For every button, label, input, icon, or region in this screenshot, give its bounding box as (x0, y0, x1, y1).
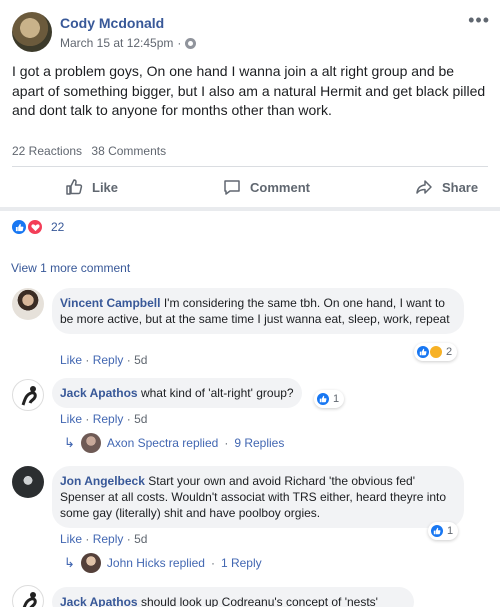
meta-separator: · (177, 36, 182, 50)
reply-count: 1 Reply (220, 556, 262, 570)
post-text: I got a problem goys, On one hand I wann… (12, 63, 486, 118)
comment-actions: Like · Reply · 5d (60, 412, 148, 426)
reply-arrow-icon: ↳ (64, 555, 75, 570)
comment-text: what kind of 'alt-right' group? (140, 386, 294, 400)
post-date[interactable]: March 15 at 12:45pm (60, 36, 173, 50)
commenter-name[interactable]: Jack Apathos (60, 595, 138, 607)
like-reaction-icon (316, 392, 330, 406)
comment-reply-link[interactable]: Reply (93, 353, 124, 367)
comment-like-link[interactable]: Like (60, 353, 82, 367)
like-reaction-icon (11, 219, 27, 235)
share-label: Share (441, 179, 479, 195)
commenter-name[interactable]: Vincent Campbell (60, 296, 160, 310)
comment-bubble: Jon Angelbeck Start your own and avoid R… (52, 466, 464, 528)
comment-icon (224, 180, 240, 195)
love-reaction-icon (27, 219, 43, 235)
commenter-avatar[interactable] (12, 379, 44, 411)
comment-text: should look up Codreanu's concept of 'ne… (140, 595, 378, 607)
view-replies-link[interactable]: ↳ John Hicks replied · 1 Reply (64, 553, 262, 573)
like-button[interactable]: Like (12, 177, 170, 197)
view-more-comments-link[interactable]: View 1 more comment (11, 261, 130, 275)
comment-time[interactable]: 5d (134, 412, 147, 426)
replier-avatar (80, 433, 101, 453)
post-actions: Like Comment Share (12, 170, 488, 204)
comment-bubble: Vincent Campbell I'm considering the sam… (52, 288, 464, 334)
commenter-name[interactable]: Jack Apathos (60, 386, 138, 400)
post-card: Cody Mcdonald March 15 at 12:45pm · ••• … (0, 0, 500, 210)
comment-reactions[interactable]: 2 (414, 343, 458, 361)
comment-actions: Like · Reply · 5d (60, 532, 148, 546)
reactions-count[interactable]: 22 Reactions (12, 144, 82, 158)
comment-reactions[interactable]: 1 (428, 522, 459, 540)
comment-actions: Like · Reply · 5d (60, 353, 148, 367)
share-arrow-icon (416, 180, 432, 194)
comment-like-link[interactable]: Like (60, 412, 82, 426)
commenter-name[interactable]: Jon Angelbeck (60, 474, 145, 488)
globe-icon (185, 37, 197, 49)
comment-bubble: Jack Apathos what kind of 'alt-right' gr… (52, 378, 302, 408)
comment-button[interactable]: Comment (170, 177, 362, 197)
haha-reaction-icon (429, 345, 443, 359)
reply-arrow-icon: ↳ (64, 435, 75, 450)
comment-reply-link[interactable]: Reply (93, 532, 124, 546)
comment-reply-link[interactable]: Reply (93, 412, 124, 426)
commenter-avatar[interactable] (12, 466, 44, 498)
replier-name: Axon Spectra replied (106, 436, 219, 450)
replier-avatar (80, 553, 101, 573)
commenter-avatar[interactable] (12, 585, 44, 607)
like-reaction-icon (430, 524, 444, 538)
comments-count[interactable]: 38 Comments (91, 144, 166, 158)
more-options-icon[interactable]: ••• (468, 10, 490, 31)
like-label: Like (92, 179, 119, 195)
section-gap (0, 207, 500, 211)
comment-time[interactable]: 5d (134, 532, 147, 546)
reaction-summary[interactable]: 22 (11, 219, 64, 235)
post-author-name[interactable]: Cody Mcdonald (60, 15, 164, 31)
reply-count: 9 Replies (234, 436, 285, 450)
reaction-count: 22 (51, 220, 65, 234)
share-button[interactable]: Share (362, 177, 500, 197)
post-counts: 22 Reactions 38 Comments (12, 144, 172, 158)
comment-reaction-count: 1 (333, 393, 340, 405)
post-meta: March 15 at 12:45pm · (60, 36, 197, 50)
like-reaction-icon (416, 345, 430, 359)
divider (12, 166, 488, 167)
comment-label: Comment (250, 179, 310, 195)
comment-time[interactable]: 5d (134, 353, 147, 367)
comment-reaction-count: 2 (446, 346, 453, 358)
comment-like-link[interactable]: Like (60, 532, 82, 546)
view-replies-link[interactable]: ↳ Axon Spectra replied · 9 Replies (64, 433, 284, 453)
replier-name: John Hicks replied (106, 556, 205, 570)
thumbs-up-icon (66, 179, 83, 195)
author-avatar[interactable] (12, 12, 52, 52)
comment-reactions[interactable]: 1 (314, 390, 345, 408)
commenter-avatar[interactable] (12, 288, 44, 320)
comment-reaction-count: 1 (447, 525, 454, 537)
comment-bubble: Jack Apathos should look up Codreanu's c… (52, 587, 414, 607)
